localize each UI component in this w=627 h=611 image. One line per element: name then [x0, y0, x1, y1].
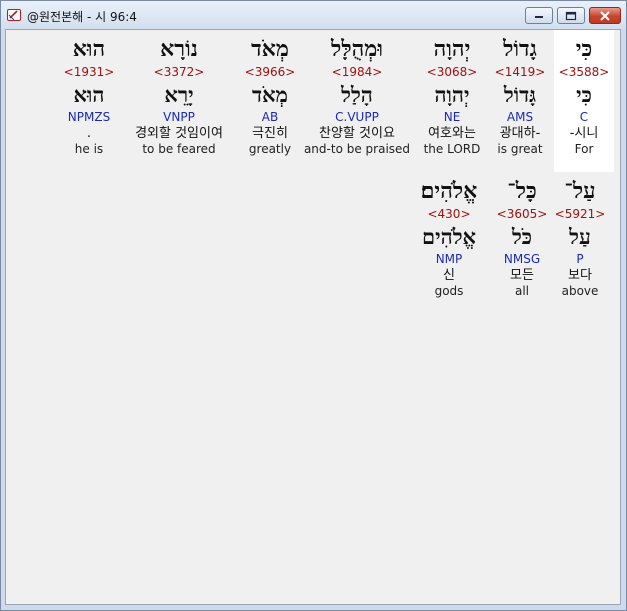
english-gloss: the LORD — [423, 142, 481, 156]
korean-gloss: 여호와는 — [428, 126, 476, 141]
app-window: @원전본해 - 시 96:4 כִּי <3588> כִּי C -시니 Fo… — [0, 0, 627, 611]
morphology-code: NMP — [435, 252, 463, 266]
hebrew-word: יְהוָה — [433, 36, 471, 62]
title-bar[interactable]: @원전본해 - 시 96:4 — [1, 1, 626, 29]
window-title: @원전본해 - 시 96:4 — [27, 10, 137, 24]
hebrew-root: אֱלֹהִים — [422, 224, 476, 249]
hebrew-root: הוּא — [73, 82, 105, 107]
maximize-icon — [565, 11, 577, 20]
strong-number[interactable]: <430> — [394, 207, 504, 222]
strong-number[interactable]: <3068> — [397, 65, 507, 80]
morphology-code: NE — [443, 110, 461, 124]
korean-gloss: . — [86, 126, 92, 141]
app-book-icon — [7, 9, 21, 21]
maximize-button[interactable] — [557, 7, 585, 24]
hebrew-root: יְהוָה — [434, 82, 470, 107]
korean-gloss: 신 — [443, 268, 455, 283]
interlinear-view[interactable]: כִּי <3588> כִּי C -시니 For גָדוֹל <1419>… — [5, 29, 621, 605]
minimize-button[interactable] — [525, 7, 553, 24]
word-column[interactable]: הוּא <1931> הוּא NPMZS . he is — [34, 36, 144, 157]
english-gloss: he is — [74, 142, 104, 156]
word-column[interactable]: יְהוָה <3068> יְהוָה NE 여호와는 the LORD — [397, 36, 507, 157]
hebrew-word: אֱלֹהִים׃ — [420, 178, 478, 204]
english-gloss: gods — [434, 284, 464, 298]
strong-number[interactable]: <1931> — [34, 65, 144, 80]
close-button[interactable] — [589, 7, 621, 24]
word-column[interactable]: אֱלֹהִים׃ <430> אֱלֹהִים NMP 신 gods — [394, 178, 504, 299]
hebrew-word: הוּא — [72, 36, 106, 62]
minimize-icon — [535, 15, 543, 18]
close-icon — [600, 10, 610, 21]
morphology-code: NPMZS — [67, 110, 111, 124]
